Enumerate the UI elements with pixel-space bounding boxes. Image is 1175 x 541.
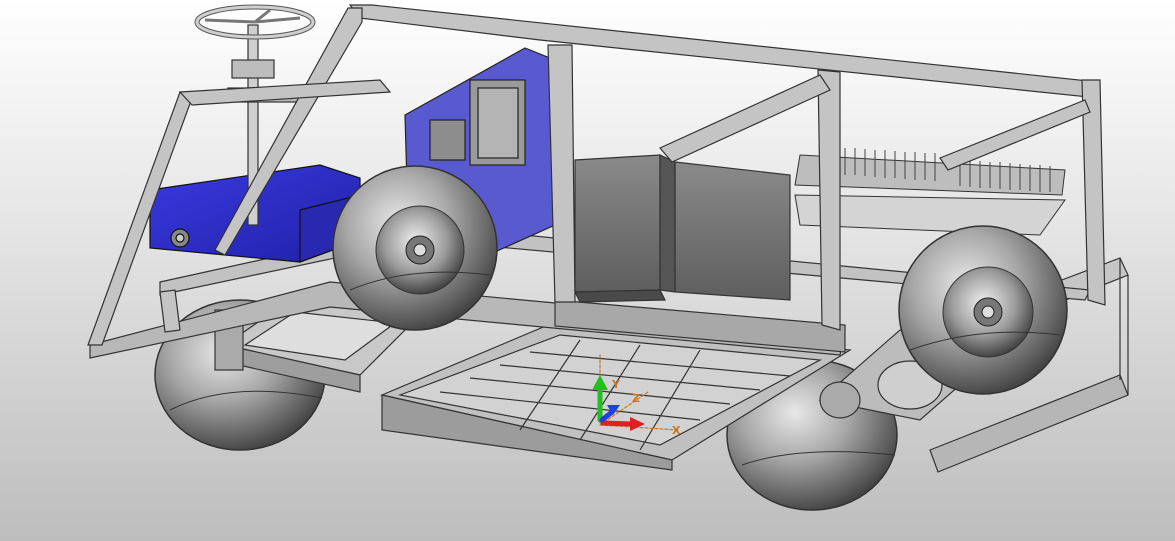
z-axis-label: Z xyxy=(632,392,640,405)
battery-box-right xyxy=(659,154,791,301)
cart-chassis-model[interactable]: X Y Z xyxy=(0,0,1175,541)
x-axis-arrow xyxy=(600,420,635,427)
front-right-tire xyxy=(898,225,1068,395)
y-axis-label: Y xyxy=(611,378,621,391)
cad-3d-viewport[interactable]: X Y Z xyxy=(0,0,1175,541)
front-left-tire xyxy=(332,165,498,331)
battery-box-left xyxy=(574,154,666,303)
x-axis-label: X xyxy=(672,424,681,437)
